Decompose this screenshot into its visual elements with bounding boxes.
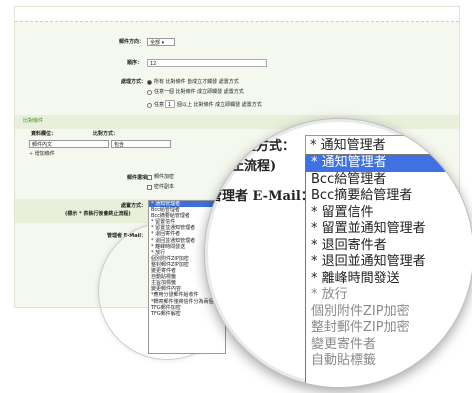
mag-list-item[interactable]: * 離峰時間發送 <box>306 271 472 288</box>
option-bcc-checkbox[interactable] <box>147 185 152 190</box>
action-note: (標示 * 表執行後會終止流程) <box>65 211 131 217</box>
compare-header-band <box>15 115 459 129</box>
small-list-item[interactable]: TFG郵件解密 <box>149 311 225 317</box>
option-encrypt-label: 郵件加密 <box>154 174 175 180</box>
option-bcc-label: 密件副本 <box>154 184 175 190</box>
mag-list-item[interactable]: * 退回並通知管理者 <box>306 254 472 271</box>
mag-action-select[interactable]: * 通知管理者 <box>305 135 472 155</box>
field-label: 資料欄位： <box>31 131 57 137</box>
mode-option-all: 所有 比對條件 皆成立才觸發 處置方式 <box>154 79 239 85</box>
mode-option-count-before: 任意 <box>154 102 165 108</box>
mag-list-item[interactable]: * 留置並通知管理者 <box>306 221 472 238</box>
field-select[interactable]: 郵件內文 <box>29 140 109 148</box>
mag-action-note: (標示 * 表執行後會終止流程) <box>205 159 277 174</box>
mag-action-label: 置方式： <box>243 139 296 154</box>
mag-list-item[interactable]: 自動貼標籤 <box>306 353 472 370</box>
add-condition-text: 增加條件 <box>34 151 55 157</box>
order-input[interactable]: 12 <box>147 59 267 67</box>
mode-count-input[interactable]: 1 <box>165 100 175 108</box>
mag-list-item[interactable]: Bcc給管理者 <box>306 172 472 189</box>
mag-list-item[interactable]: * 退回寄件者 <box>306 238 472 255</box>
mag-list-item[interactable]: * 放行 <box>306 287 472 304</box>
mode-radio-count[interactable] <box>147 103 152 108</box>
method-select[interactable]: 包含 <box>111 140 171 148</box>
mag-list-item[interactable]: * 通知管理者 <box>306 155 472 172</box>
mag-list-item[interactable]: 個別附件ZIP加密 <box>306 304 472 321</box>
direction-select-value: 全部 <box>150 40 161 46</box>
mode-radio-all[interactable] <box>147 80 152 85</box>
mag-list-item[interactable]: 整封郵件ZIP加密 <box>306 320 472 337</box>
mode-option-any: 任意一個 比對條件 成立即觸發 處置方式 <box>154 89 244 95</box>
method-label: 比對方式： <box>93 131 119 137</box>
direction-label: 郵件方向： <box>119 39 145 45</box>
mode-radio-any[interactable] <box>147 90 152 95</box>
direction-select[interactable]: 全部 ▾ <box>147 38 175 46</box>
action-label: 處置方式： <box>121 203 147 209</box>
option-encrypt-checkbox[interactable] <box>147 175 152 180</box>
panel-top-edge <box>15 7 459 22</box>
method-select-value: 包含 <box>114 142 125 148</box>
magnifier-circle: 置方式： (標示 * 表執行後會終止流程) 管理者 E-Mail： * 通知管理… <box>204 118 472 388</box>
mag-list-item[interactable]: Bcc摘要給管理者 <box>306 188 472 205</box>
mag-list-item[interactable]: * 留置信件 <box>306 205 472 222</box>
mag-action-dropdown-list[interactable]: * 通知管理者 Bcc給管理者 Bcc摘要給管理者 * 留置信件 * 留置並通知管理者 *… <box>305 154 472 387</box>
mode-label: 處理方式： <box>121 79 147 85</box>
compare-header: 比對條件 <box>23 118 44 124</box>
add-condition-link[interactable]: + 增加條件 <box>29 151 55 158</box>
add-condition-icon: + <box>29 151 34 157</box>
mag-admin-label: 管理者 E-Mail： <box>209 189 314 204</box>
mode-option-count-after: 個以上 比對條件 成立即觸發 處置方式 <box>177 102 262 108</box>
mag-list-item[interactable]: 變更寄件者 <box>306 337 472 354</box>
field-select-value: 郵件內文 <box>32 142 53 148</box>
order-label: 順序： <box>127 60 143 66</box>
